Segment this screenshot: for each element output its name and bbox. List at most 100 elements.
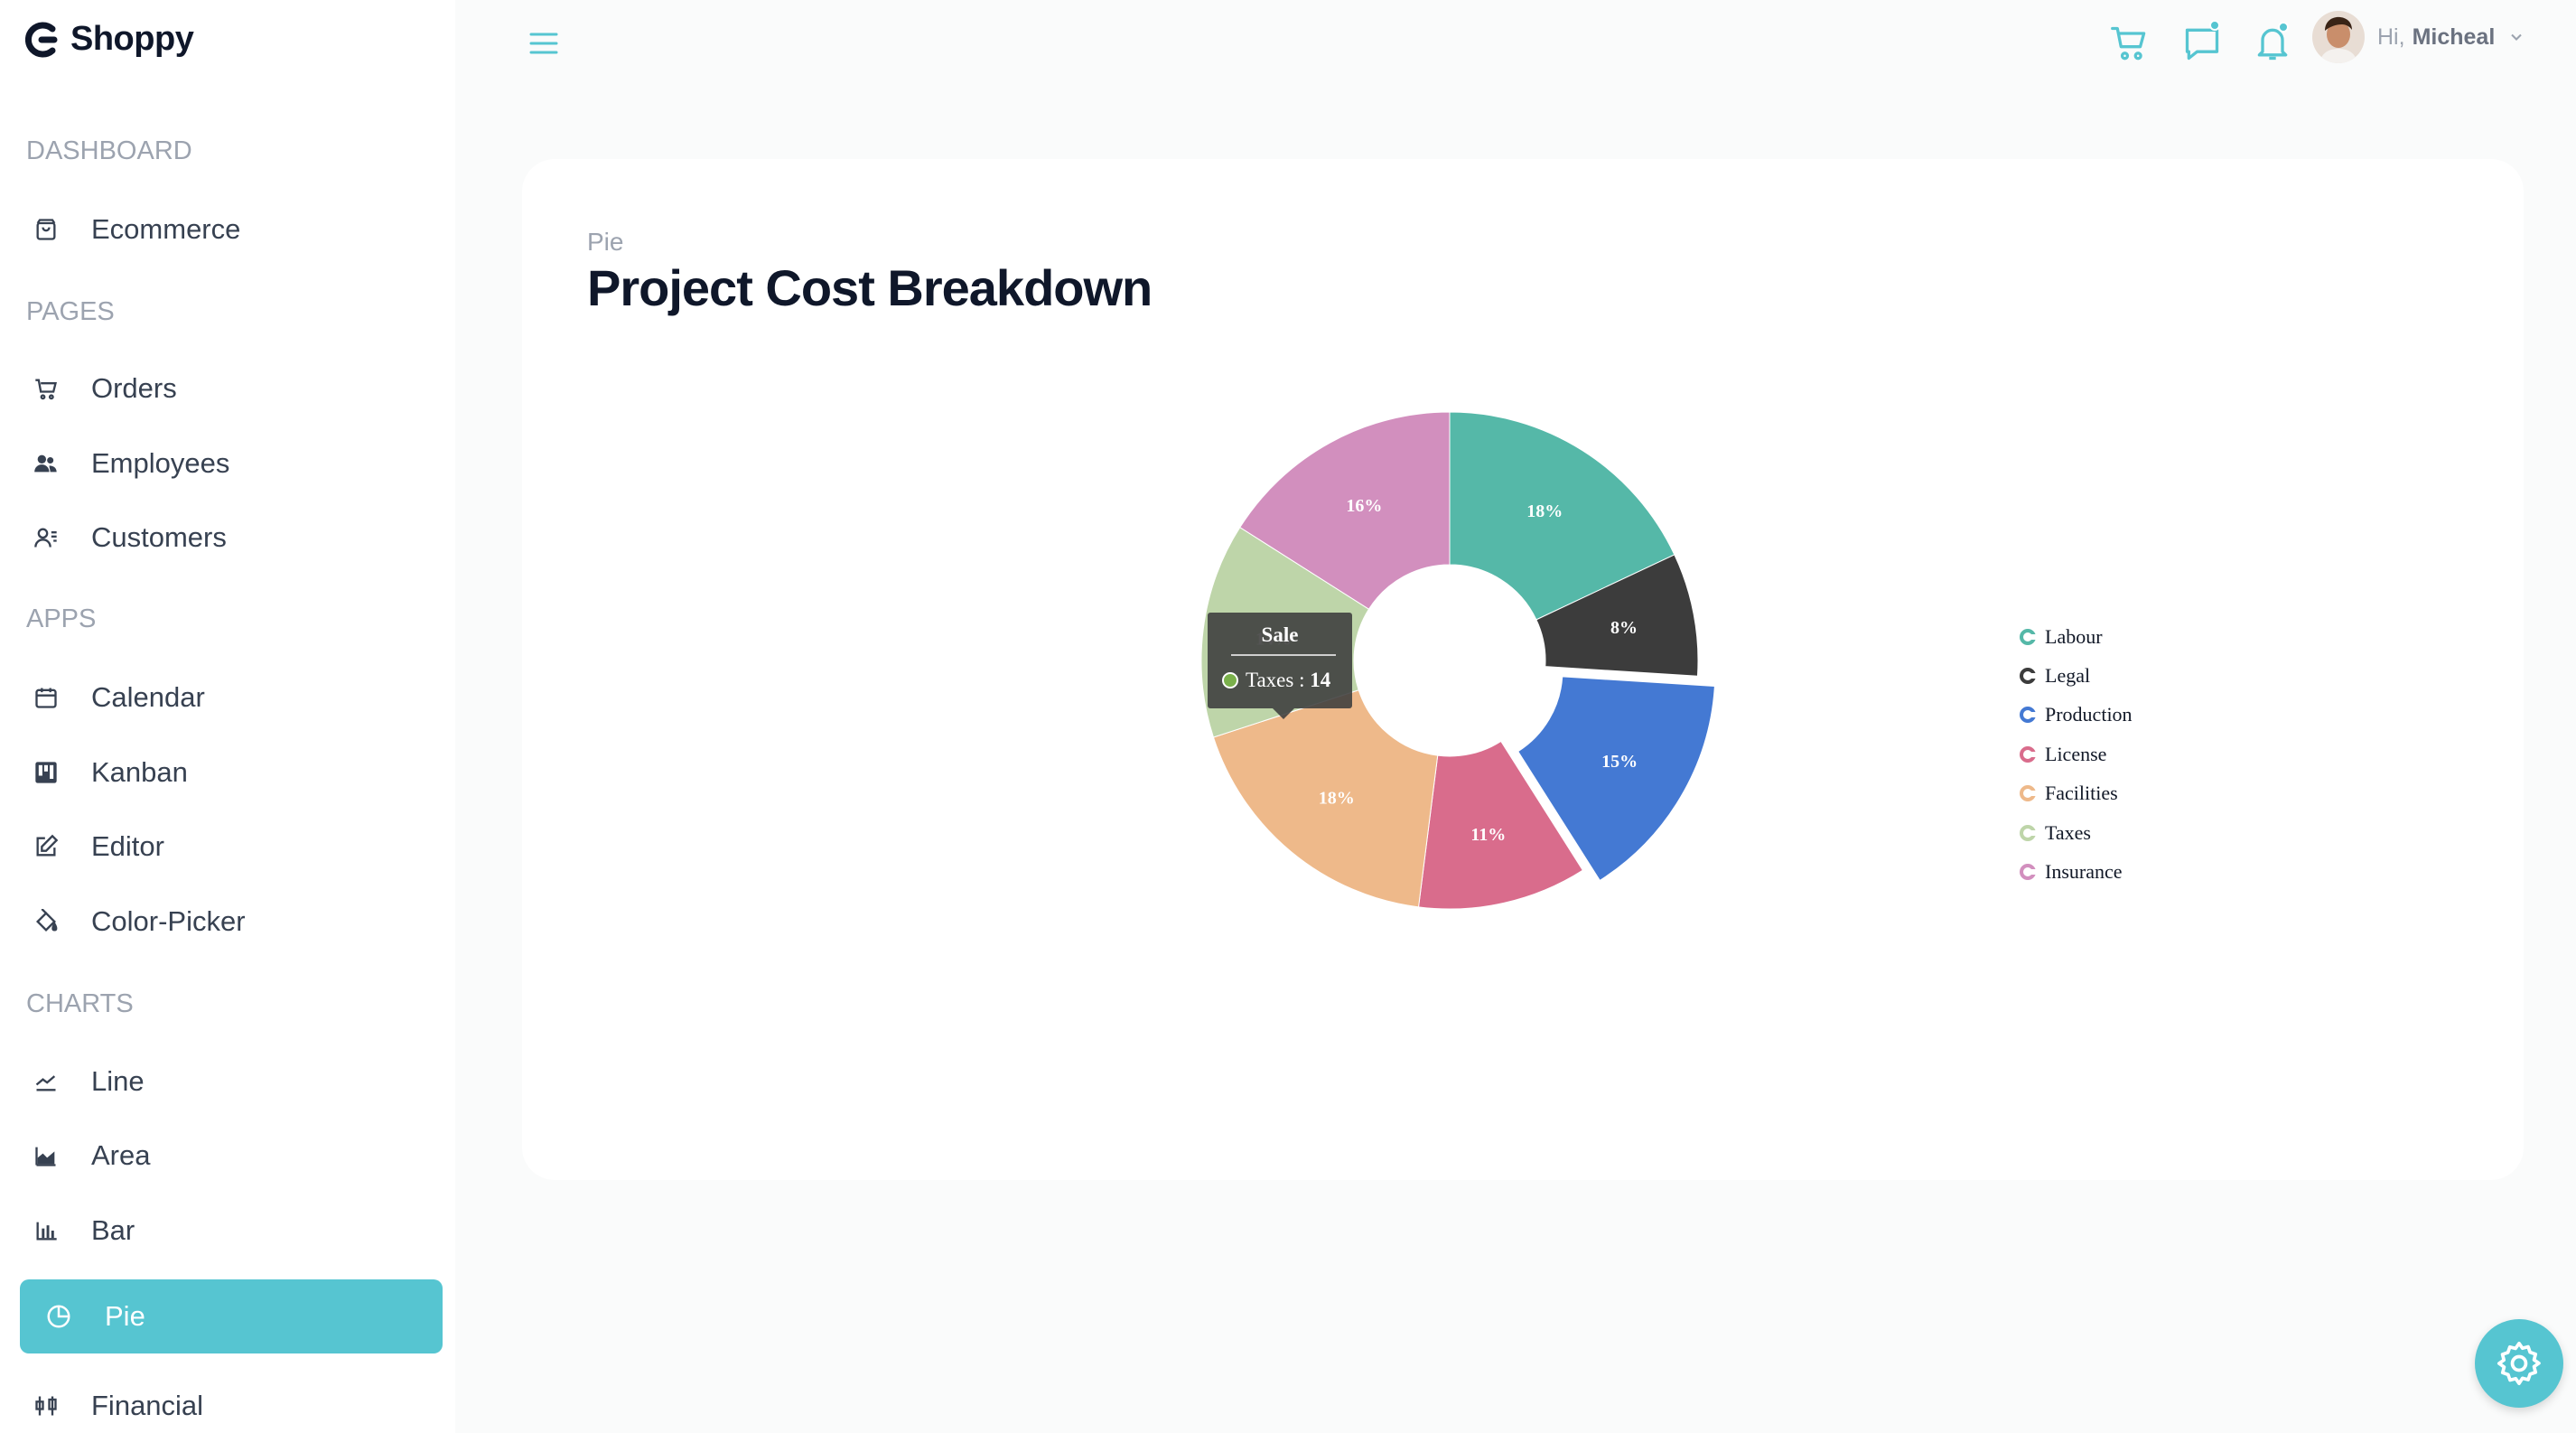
legend-marker-icon: [2020, 628, 2036, 645]
tooltip-row: Taxes : 14: [1222, 669, 1330, 692]
calendar-icon: [33, 684, 60, 711]
chart-tooltip: Sale Taxes : 14: [1208, 613, 1352, 719]
legend-item-production[interactable]: Production: [2020, 696, 2133, 735]
cart-icon: [2111, 26, 2146, 61]
section-title-apps: APPS: [26, 604, 97, 633]
section-title-dashboard: DASHBOARD: [26, 136, 192, 165]
legend-marker-icon: [2020, 824, 2036, 841]
cart-button[interactable]: [2110, 23, 2150, 63]
sidebar-item-label: Financial: [91, 1390, 204, 1421]
tooltip-value: 14: [1310, 669, 1331, 691]
legend-item-legal[interactable]: Legal: [2020, 656, 2133, 695]
sidebar-item-label: Calendar: [91, 681, 205, 713]
sidebar-item-kanban[interactable]: Kanban: [0, 736, 455, 809]
legend-item-labour[interactable]: Labour: [2020, 617, 2133, 656]
gear-icon: [2497, 1341, 2541, 1386]
legend-label: Taxes: [2045, 820, 2091, 844]
tooltip-arrow: [1273, 708, 1294, 719]
legend-marker-icon: [2020, 785, 2036, 802]
menu-toggle-button[interactable]: [527, 27, 560, 60]
paint-bucket-icon: [33, 908, 60, 935]
sidebar-item-area[interactable]: Area: [0, 1119, 455, 1192]
tooltip-divider: [1231, 654, 1336, 656]
slice-label-license: 11%: [1470, 825, 1506, 845]
area-chart-icon: [33, 1142, 60, 1169]
sidebar-item-financial[interactable]: Financial: [0, 1370, 455, 1433]
legend-item-insurance[interactable]: Insurance: [2020, 852, 2133, 891]
brand-name: Shoppy: [70, 20, 194, 58]
sidebar-item-bar[interactable]: Bar: [0, 1194, 455, 1267]
sidebar-item-pie[interactable]: Pie: [20, 1279, 443, 1353]
brand[interactable]: Shoppy: [25, 20, 194, 59]
section-title-pages: PAGES: [26, 297, 115, 326]
tooltip-header: Sale: [1261, 623, 1299, 646]
bar-chart-icon: [33, 1217, 60, 1244]
sidebar-item-ecommerce[interactable]: Ecommerce: [0, 193, 455, 266]
sidebar-item-customers[interactable]: Customers: [0, 501, 455, 574]
chat-notification-dot: [2209, 20, 2220, 31]
legend-marker-icon: [2020, 707, 2036, 724]
sidebar: Shoppy DASHBOARD Ecommerce PAGES Orders …: [0, 0, 455, 1433]
notification-dot: [2278, 22, 2289, 33]
user-name: Micheal: [2412, 23, 2496, 50]
user-profile-menu[interactable]: Hi, Micheal: [2312, 11, 2525, 63]
pie-chart-icon: [45, 1303, 72, 1330]
sidebar-item-line[interactable]: Line: [0, 1045, 455, 1118]
sidebar-item-label: Color-Picker: [91, 905, 246, 937]
sidebar-item-label: Area: [91, 1139, 151, 1171]
cart-icon: [33, 375, 60, 402]
slice-label-insurance: 16%: [1346, 496, 1382, 516]
legend-item-taxes[interactable]: Taxes: [2020, 813, 2133, 852]
slice-label-facilities: 18%: [1319, 788, 1355, 808]
slice-label-legal: 8%: [1610, 618, 1638, 638]
section-title-charts: CHARTS: [26, 989, 134, 1018]
notifications-button[interactable]: [2253, 22, 2292, 63]
kanban-icon: [33, 759, 60, 786]
sidebar-item-employees[interactable]: Employees: [0, 427, 455, 500]
theme-settings-button[interactable]: [2475, 1319, 2563, 1408]
slice-label-production: 15%: [1601, 752, 1638, 772]
sidebar-item-label: Pie: [105, 1300, 145, 1332]
shopping-bag-icon: [33, 216, 60, 243]
sidebar-item-editor[interactable]: Editor: [0, 810, 455, 883]
sidebar-item-label: Editor: [91, 830, 164, 862]
edit-icon: [33, 833, 60, 860]
sidebar-item-label: Ecommerce: [91, 213, 241, 245]
pie-chart[interactable]: 18%8%15%11%18%14%16%: [522, 159, 2524, 1180]
sidebar-item-calendar[interactable]: Calendar: [0, 661, 455, 734]
legend-label: Insurance: [2045, 860, 2123, 884]
tooltip-series: Taxes: [1246, 669, 1294, 691]
sidebar-item-label: Customers: [91, 521, 227, 553]
chevron-down-icon: [2511, 33, 2523, 41]
legend-marker-icon: [2020, 864, 2036, 881]
chart-card: Pie Project Cost Breakdown 18% 8% 15% 11% 18…: [522, 159, 2524, 1180]
sidebar-item-color-picker[interactable]: Color-Picker: [0, 885, 455, 958]
sidebar-item-label: Bar: [91, 1214, 135, 1246]
legend-label: Legal: [2045, 664, 2091, 688]
sidebar-item-label: Employees: [91, 447, 230, 479]
legend-label: Labour: [2045, 624, 2103, 648]
legend-item-facilities[interactable]: Facilities: [2020, 774, 2133, 813]
chat-button[interactable]: [2182, 20, 2222, 63]
financial-icon: [33, 1392, 60, 1419]
chart-legend: Labour Legal Production License Facilities Ta…: [2020, 617, 2133, 892]
tooltip-marker: [1222, 672, 1238, 688]
greeting-text: Hi,: [2377, 23, 2405, 50]
legend-marker-icon: [2020, 668, 2036, 685]
legend-marker-icon: [2020, 745, 2036, 763]
line-chart-icon: [33, 1068, 60, 1095]
sidebar-item-label: Orders: [91, 372, 177, 404]
legend-item-license[interactable]: License: [2020, 735, 2133, 773]
avatar: [2312, 11, 2365, 63]
contacts-icon: [33, 524, 60, 551]
sidebar-item-orders[interactable]: Orders: [0, 352, 455, 425]
sidebar-item-label: Kanban: [91, 756, 188, 788]
slice-label-labour: 18%: [1526, 501, 1563, 521]
sidebar-item-label: Line: [91, 1065, 145, 1097]
people-icon: [33, 450, 60, 477]
shoppy-logo-icon: [25, 22, 58, 57]
hamburger-icon: [529, 33, 558, 54]
legend-label: Facilities: [2045, 782, 2118, 805]
tooltip-separator: :: [1293, 669, 1311, 691]
legend-label: License: [2045, 742, 2107, 765]
